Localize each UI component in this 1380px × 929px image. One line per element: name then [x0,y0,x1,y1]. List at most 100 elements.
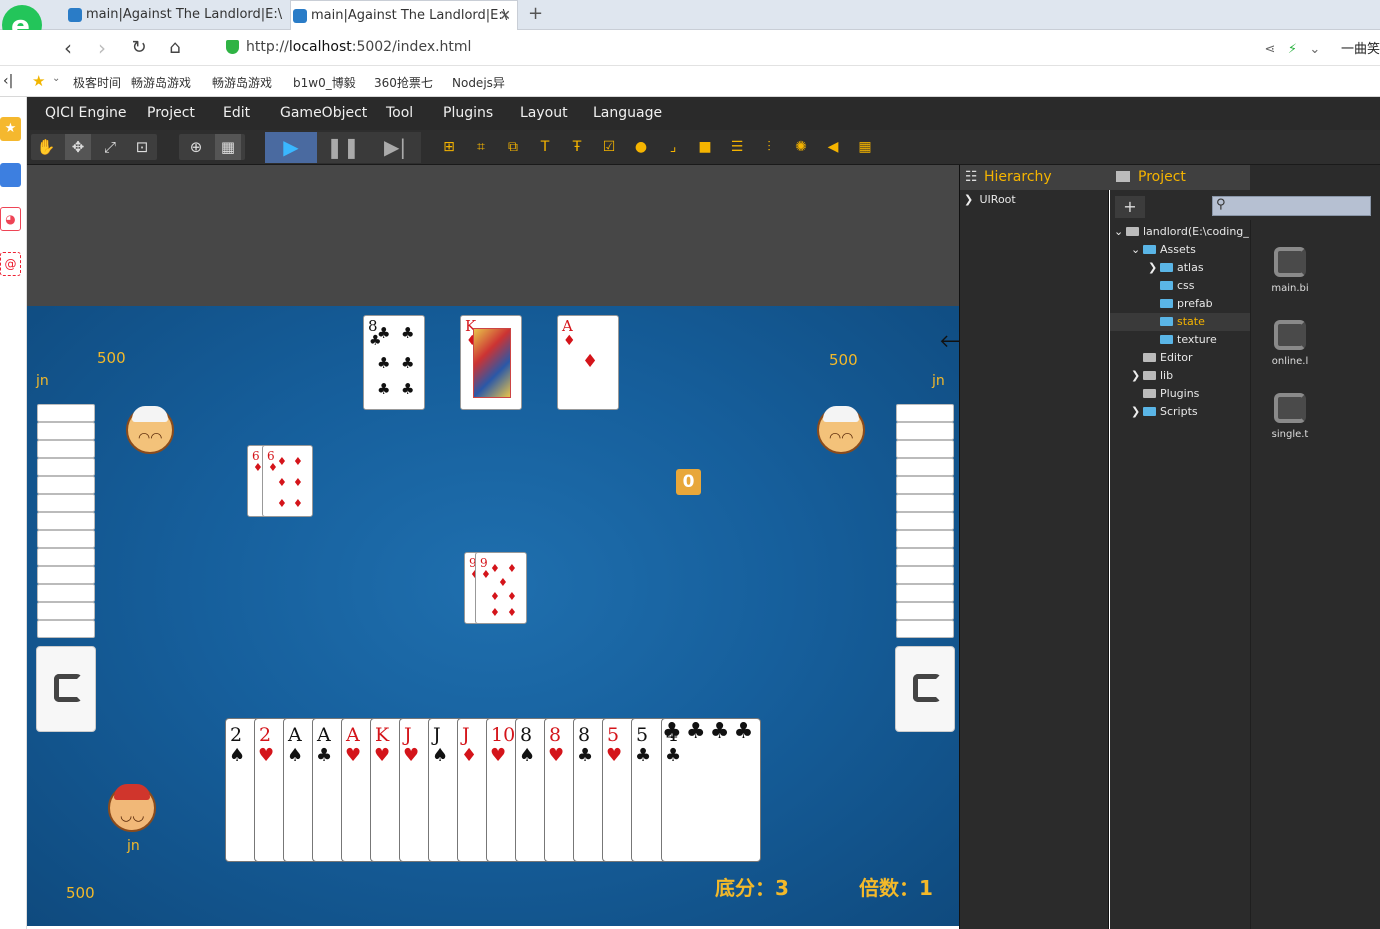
hierarchy-item-uiroot[interactable]: ❯ UIRoot [964,191,1016,209]
new-tab-button[interactable]: + [528,3,543,24]
tab-active[interactable]: main|Against The Landlord|E:\ ✕ [290,0,518,30]
landlord-card: K ♦ [460,315,522,410]
reload-icon[interactable]: ↻ [127,36,151,60]
tab-close-icon[interactable]: ✕ [499,1,511,30]
news-icon[interactable] [0,163,21,187]
chevron-down-icon[interactable]: ⌄ [1131,241,1143,259]
grid-tool-icon[interactable]: ▦ [215,134,241,160]
hand-tool-icon[interactable]: ✋ [33,134,59,160]
chevron-right-icon[interactable]: ❯ [1131,403,1143,421]
favorites-chevron-icon[interactable]: ⌄ [52,73,60,84]
chevron-down-icon[interactable]: ⌄ [1114,223,1126,241]
node-tool-icon[interactable]: ⊞ [438,136,460,158]
stacked-card [37,620,95,638]
pause-icon[interactable]: ❚❚ [317,132,369,163]
bookmark-item[interactable]: 极客时间 [73,74,121,91]
asset-item[interactable]: online.l [1260,320,1320,367]
bid-counter: 0 [676,469,701,495]
card-pip: ♣ [377,354,391,372]
sound-tool-icon[interactable]: ◀ [822,136,844,158]
bookmark-item[interactable]: 畅游岛游戏 [212,74,272,91]
user-name-text[interactable]: 一曲笑 [1341,42,1380,57]
menu-gameobject[interactable]: GameObject [280,105,367,121]
chevron-right-icon[interactable]: ❯ [1131,367,1143,385]
project-tree-item[interactable]: ❯ lib [1110,367,1250,385]
chevron-right-icon[interactable]: ❯ [1148,259,1160,277]
favorites-icon[interactable]: ★ [0,117,21,141]
page-favicon-icon [293,9,307,23]
chevron-down-icon[interactable]: ⌄ [1309,42,1320,57]
image-tool-icon[interactable]: ⧉ [502,136,524,158]
bookmark-item[interactable]: 360抢票七 [374,74,433,91]
tilemap-tool-icon[interactable]: ▦ [854,136,876,158]
asset-name: main.bi [1271,283,1309,294]
favorites-star-icon[interactable]: ★ [32,72,45,90]
asset-item[interactable]: single.t [1260,393,1320,440]
project-tree-item[interactable]: ⌄ landlord(E:\coding_ [1110,223,1250,241]
input-tool-icon[interactable]: Ŧ [566,136,588,158]
card-rank: A [346,724,360,746]
stacked-card [37,548,95,566]
weibo-icon[interactable]: ◕ [0,207,21,231]
project-tree-item[interactable]: texture [1110,331,1250,349]
card-suit: ♥ [374,745,391,766]
project-header[interactable]: Project [1110,165,1250,190]
asset-search-input[interactable]: ⚲ [1212,196,1371,216]
menu-project[interactable]: Project [147,105,195,121]
stacked-card [896,440,954,458]
hand-card[interactable]: 4 ♣ ♣ ♣ ♣ ♣ [661,718,761,862]
menu-layout[interactable]: Layout [520,105,568,121]
mail-icon[interactable]: @ [0,252,21,276]
bookmark-item[interactable]: Nodejs异 [452,74,505,91]
menu-tool[interactable]: Tool [386,105,413,121]
lightning-icon[interactable]: ⚡ [1288,42,1297,57]
rect-tool-icon[interactable]: ⊡ [129,134,155,160]
project-tree-item[interactable]: css [1110,277,1250,295]
home-icon[interactable]: ⌂ [163,36,187,60]
avatar-face: ◡◡ [120,808,145,824]
project-tree-item[interactable]: prefab [1110,295,1250,313]
zoom-tool-icon[interactable]: ⊕ [183,134,209,160]
card-rank: 5 [636,724,649,746]
tab-inactive[interactable]: main|Against The Landlord|E:\ [66,0,290,30]
scale-tool-icon[interactable]: ⤢ [97,134,123,160]
line-tool-icon[interactable]: ⌟ [662,136,684,158]
url-field[interactable]: http://localhost:5002/index.html [246,39,471,55]
scene-top-area [27,165,959,306]
move-tool-icon[interactable]: ✥ [65,134,91,160]
menu-plugins[interactable]: Plugins [443,105,493,121]
bookmark-item[interactable]: 畅游岛游戏 [131,74,191,91]
collapse-sidebar-icon[interactable]: ‹| [3,73,13,89]
menu-qici-engine[interactable]: QICI Engine [45,105,126,121]
particle-tool-icon[interactable]: ✺ [790,136,812,158]
project-tree-item[interactable]: Editor [1110,349,1250,367]
folder-icon [1143,407,1156,416]
play-icon[interactable]: ▶ [265,132,317,163]
share-icon[interactable]: ⋖ [1265,42,1276,57]
project-tree-item[interactable]: ❯ atlas [1110,259,1250,277]
hierarchy-header[interactable]: ☷ Hierarchy [960,165,1110,190]
project-tree-item[interactable]: Plugins [1110,385,1250,403]
asset-item[interactable]: main.bi [1260,247,1320,294]
forward-icon[interactable]: › [90,36,114,60]
project-tree-item[interactable]: ❯ Scripts [1110,403,1250,421]
menu-edit[interactable]: Edit [223,105,250,121]
button-tool-icon[interactable]: ● [630,136,652,158]
frame-tool-icon[interactable]: ⌗ [470,136,492,158]
back-icon[interactable]: ‹ [56,36,80,60]
add-asset-button[interactable]: + [1115,196,1145,218]
chevron-right-icon[interactable]: ❯ [964,191,976,209]
panel-tool-icon[interactable]: ■ [694,136,716,158]
project-tree-item[interactable]: state [1110,313,1250,331]
list-tool-icon[interactable]: ☰ [726,136,748,158]
slider-tool-icon[interactable]: ⫶ [758,136,780,158]
bookmark-item[interactable]: b1w0_博毅 [293,74,356,91]
avatar-face: ◠◠ [829,430,854,446]
step-icon[interactable]: ▶| [369,132,421,163]
text-tool-icon[interactable]: T [534,136,556,158]
card-rank: A [288,724,302,746]
card-rank: 10 [491,724,516,746]
toggle-tool-icon[interactable]: ☑ [598,136,620,158]
project-tree-item[interactable]: ⌄ Assets [1110,241,1250,259]
menu-language[interactable]: Language [593,105,662,121]
